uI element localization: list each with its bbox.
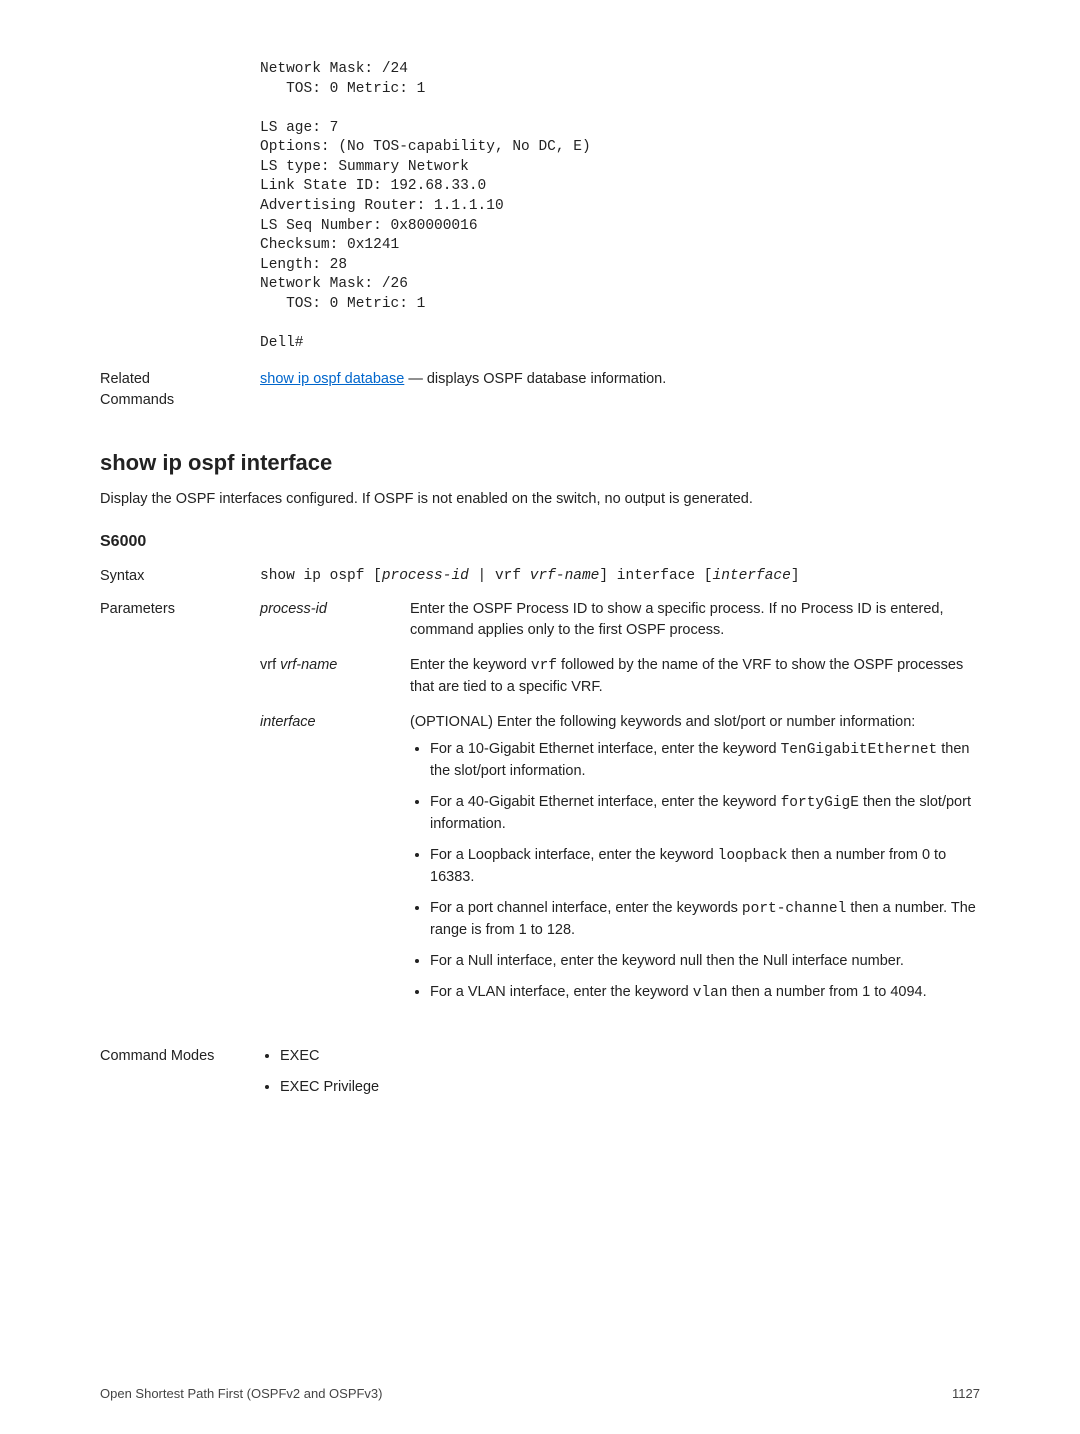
param-desc: Enter the OSPF Process ID to show a spec… bbox=[410, 599, 980, 641]
command-modes-row: Command Modes EXEC EXEC Privilege bbox=[100, 1046, 980, 1108]
model-label: S6000 bbox=[100, 530, 980, 553]
param-row: interface (OPTIONAL) Enter the following… bbox=[260, 712, 980, 1014]
param-name-vrf: vrf vrf-name bbox=[260, 655, 410, 698]
parameters-row: Parameters process-id Enter the OSPF Pro… bbox=[100, 599, 980, 1028]
syntax-label: Syntax bbox=[100, 566, 260, 587]
list-item: For a VLAN interface, enter the keyword … bbox=[430, 982, 980, 1004]
syntax-text: | vrf bbox=[469, 568, 530, 584]
parameters-content: process-id Enter the OSPF Process ID to … bbox=[260, 599, 980, 1028]
param-name-interface: interface bbox=[260, 712, 410, 1014]
related-after-text: — displays OSPF database information. bbox=[404, 371, 666, 387]
param-row: process-id Enter the OSPF Process ID to … bbox=[260, 599, 980, 641]
cli-output-block: Network Mask: /24 TOS: 0 Metric: 1 LS ag… bbox=[260, 60, 980, 353]
footer-left: Open Shortest Path First (OSPFv2 and OSP… bbox=[100, 1385, 383, 1404]
inline-code: loopback bbox=[718, 848, 788, 864]
param-row: vrf vrf-name Enter the keyword vrf follo… bbox=[260, 655, 980, 698]
syntax-ital: process-id bbox=[382, 568, 469, 584]
section-heading: show ip ospf interface bbox=[100, 447, 980, 479]
inline-code: vlan bbox=[693, 985, 728, 1001]
bullet-text: then a number from 1 to 4094. bbox=[728, 984, 927, 1000]
syntax-content: show ip ospf [process-id | vrf vrf-name]… bbox=[260, 566, 980, 587]
related-commands-label: Related Commands bbox=[100, 369, 200, 411]
bullet-text: For a VLAN interface, enter the keyword bbox=[430, 984, 693, 1000]
inline-code: vrf bbox=[531, 658, 557, 674]
list-item: For a 40-Gigabit Ethernet interface, ent… bbox=[430, 792, 980, 835]
modes-list: EXEC EXEC Privilege bbox=[260, 1046, 980, 1098]
section-description: Display the OSPF interfaces configured. … bbox=[100, 489, 980, 510]
footer-page-number: 1127 bbox=[952, 1385, 980, 1404]
list-item: For a 10-Gigabit Ethernet interface, ent… bbox=[430, 739, 980, 782]
interface-options-list: For a 10-Gigabit Ethernet interface, ent… bbox=[410, 739, 980, 1004]
command-modes-content: EXEC EXEC Privilege bbox=[260, 1046, 980, 1108]
page-footer: Open Shortest Path First (OSPFv2 and OSP… bbox=[100, 1385, 980, 1404]
command-modes-label: Command Modes bbox=[100, 1046, 260, 1108]
related-commands-row: Related Commands show ip ospf database —… bbox=[100, 369, 980, 411]
syntax-row: Syntax show ip ospf [process-id | vrf vr… bbox=[100, 566, 980, 587]
syntax-ital: interface bbox=[713, 568, 791, 584]
list-item: For a Null interface, enter the keyword … bbox=[430, 951, 980, 972]
list-item: EXEC bbox=[280, 1046, 980, 1067]
parameters-label: Parameters bbox=[100, 599, 260, 1028]
param-intro: (OPTIONAL) Enter the following keywords … bbox=[410, 712, 980, 733]
param-desc: (OPTIONAL) Enter the following keywords … bbox=[410, 712, 980, 1014]
bullet-text: For a Loopback interface, enter the keyw… bbox=[430, 847, 718, 863]
list-item: For a port channel interface, enter the … bbox=[430, 898, 980, 941]
bullet-text: For a 10-Gigabit Ethernet interface, ent… bbox=[430, 741, 781, 757]
bullet-text: For a port channel interface, enter the … bbox=[430, 900, 742, 916]
param-name-prefix: vrf bbox=[260, 657, 280, 673]
list-item: EXEC Privilege bbox=[280, 1077, 980, 1098]
param-text: Enter the keyword bbox=[410, 657, 531, 673]
param-name-process-id: process-id bbox=[260, 599, 410, 641]
inline-code: fortyGigE bbox=[781, 795, 859, 811]
syntax-text: show ip ospf [ bbox=[260, 568, 382, 584]
related-link[interactable]: show ip ospf database bbox=[260, 371, 404, 387]
param-desc: Enter the keyword vrf followed by the na… bbox=[410, 655, 980, 698]
syntax-ital: vrf-name bbox=[530, 568, 600, 584]
bullet-text: For a Null interface, enter the keyword … bbox=[430, 953, 904, 969]
related-commands-content: show ip ospf database — displays OSPF da… bbox=[260, 369, 666, 411]
list-item: For a Loopback interface, enter the keyw… bbox=[430, 845, 980, 888]
inline-code: port-channel bbox=[742, 901, 846, 917]
bullet-text: For a 40-Gigabit Ethernet interface, ent… bbox=[430, 794, 781, 810]
syntax-text: ] interface [ bbox=[599, 568, 712, 584]
param-name-ital: vrf-name bbox=[280, 657, 337, 673]
inline-code: TenGigabitEthernet bbox=[781, 742, 938, 758]
syntax-text: ] bbox=[791, 568, 800, 584]
